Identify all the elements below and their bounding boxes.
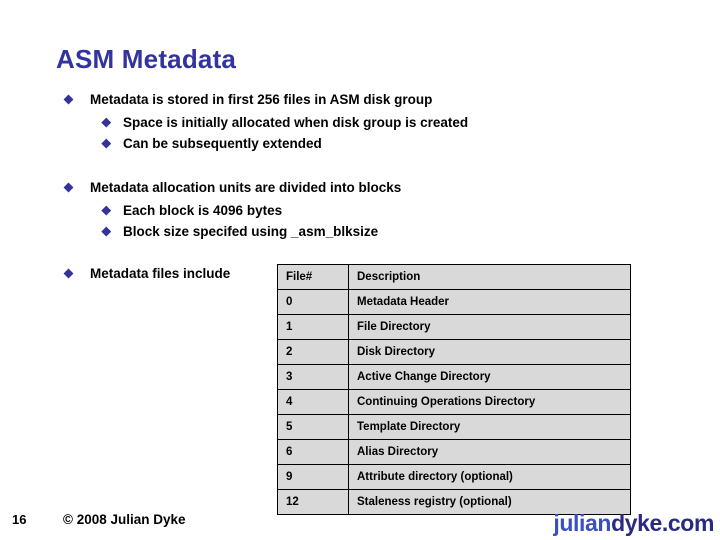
bullet-level2: Space is initially allocated when disk g… — [56, 112, 656, 133]
bullet-level2: Can be subsequently extended — [56, 133, 656, 154]
cell-file-number: 6 — [277, 439, 349, 465]
diamond-bullet-icon — [63, 182, 74, 193]
cell-file-number: 2 — [277, 339, 349, 365]
cell-file-number: 0 — [277, 289, 349, 315]
bullet-level2-label: Each block is 4096 bytes — [123, 203, 283, 218]
table-row: 9 Attribute directory (optional) — [277, 464, 631, 490]
cell-file-number: 5 — [277, 414, 349, 440]
bullet-group: Metadata is stored in first 256 files in… — [56, 90, 656, 154]
bullet-level1: Metadata is stored in first 256 files in… — [56, 90, 656, 110]
site-logo: juliandyke.com — [553, 510, 714, 537]
cell-description: Alias Directory — [348, 439, 631, 465]
metadata-files-table: File# Description 0 Metadata Header 1 Fi… — [277, 264, 631, 515]
cell-description: Disk Directory — [348, 339, 631, 365]
bullet-level2: Each block is 4096 bytes — [56, 200, 656, 221]
diamond-bullet-icon — [101, 226, 111, 236]
bullet-level2-label: Block size specifed using _asm_blksize — [123, 224, 379, 239]
cell-description: Continuing Operations Directory — [348, 389, 631, 415]
bullet-level2-label: Space is initially allocated when disk g… — [123, 115, 469, 130]
diamond-bullet-icon — [63, 94, 74, 105]
page-title: ASM Metadata — [56, 44, 237, 74]
bullet-level1: Metadata allocation units are divided in… — [56, 178, 656, 198]
diamond-bullet-icon — [101, 205, 111, 215]
table-row: 0 Metadata Header — [277, 289, 631, 315]
cell-file-number: 12 — [277, 489, 349, 515]
table-header-row: File# Description — [277, 264, 631, 290]
cell-file-number: 9 — [277, 464, 349, 490]
site-logo-part-a: julian — [553, 510, 612, 536]
cell-description: Metadata Header — [348, 289, 631, 315]
table-row: 2 Disk Directory — [277, 339, 631, 365]
copyright-notice: © 2008 Julian Dyke — [63, 512, 186, 527]
cell-description: Template Directory — [348, 414, 631, 440]
cell-file-number: 4 — [277, 389, 349, 415]
slide-canvas: ASM Metadata Metadata is stored in first… — [0, 0, 720, 540]
table-row: 5 Template Directory — [277, 414, 631, 440]
table-row: 3 Active Change Directory — [277, 364, 631, 390]
diamond-bullet-icon — [101, 138, 111, 148]
table-row: 1 File Directory — [277, 314, 631, 340]
cell-file-number: 3 — [277, 364, 349, 390]
slide-number: 16 — [12, 512, 27, 527]
bullet-level2: Block size specifed using _asm_blksize — [56, 221, 656, 242]
cell-description: File Directory — [348, 314, 631, 340]
table-row: 4 Continuing Operations Directory — [277, 389, 631, 415]
cell-description: Attribute directory (optional) — [348, 464, 631, 490]
bullet-group: Metadata allocation units are divided in… — [56, 178, 656, 242]
column-header-description: Description — [348, 264, 631, 290]
bullet-level1-label: Metadata allocation units are divided in… — [90, 180, 402, 195]
site-logo-part-b: dyke.com — [611, 510, 714, 536]
diamond-bullet-icon — [63, 268, 74, 279]
bullet-level1-label: Metadata files include — [90, 266, 231, 281]
table-row: 6 Alias Directory — [277, 439, 631, 465]
bullet-level2-label: Can be subsequently extended — [123, 136, 322, 151]
bullet-level1-label: Metadata is stored in first 256 files in… — [90, 92, 433, 107]
cell-description: Active Change Directory — [348, 364, 631, 390]
cell-file-number: 1 — [277, 314, 349, 340]
column-header-file-number: File# — [277, 264, 349, 290]
diamond-bullet-icon — [101, 117, 111, 127]
